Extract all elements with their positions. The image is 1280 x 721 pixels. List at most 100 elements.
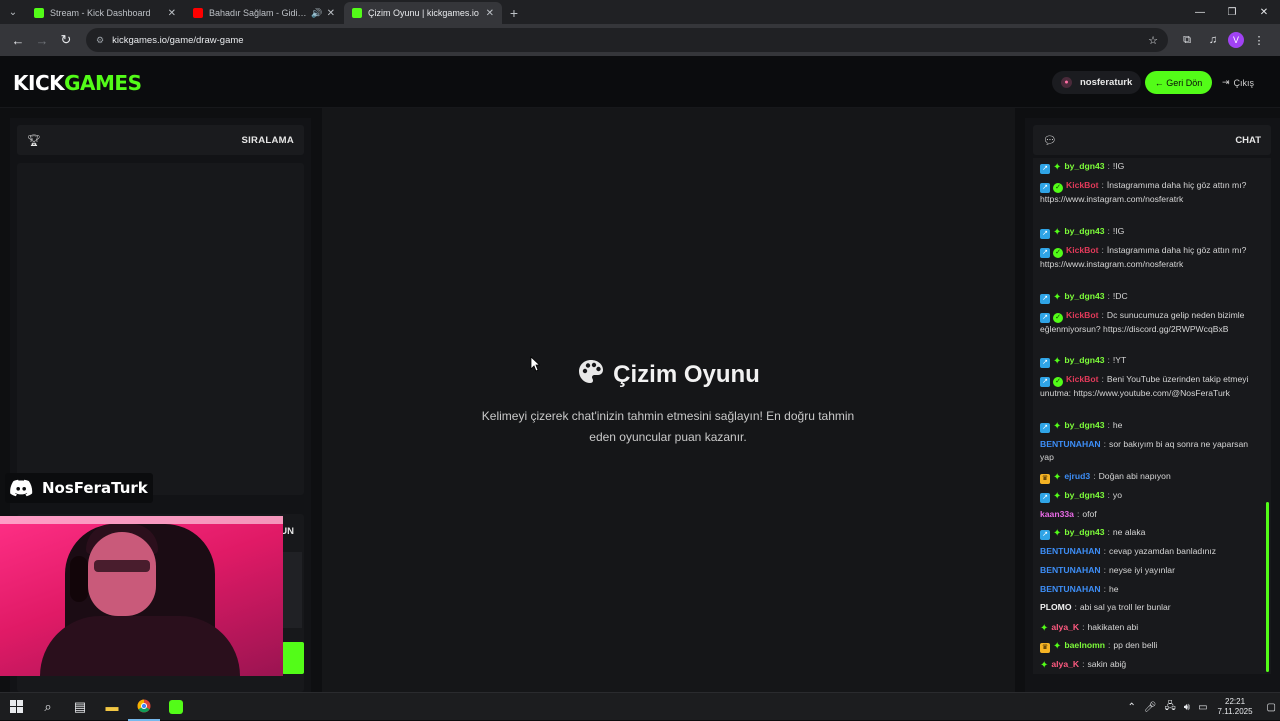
file-explorer-icon[interactable]: ▬ [96,693,128,721]
microphone-icon[interactable]: 🎤︎ [1144,702,1157,713]
game-description: Kelimeyi çizerek chat'inizin tahmin etme… [481,409,855,444]
forward-arrow-icon[interactable]: → [30,28,54,52]
browser-tab-kick-dashboard[interactable]: Stream - Kick Dashboard ✕ [26,2,184,24]
chat-messages[interactable]: ↗ ✦ by_dgn43: !IG ↗ ✓ KickBot: İnstagramıma dah… [1033,158,1271,674]
subscriber-badge-icon: ↗ [1040,377,1050,387]
chat-separator: : [1107,226,1110,236]
chat-text: cevap yazamdan banladınız [1109,546,1217,556]
back-arrow-icon[interactable]: ← [6,28,30,52]
chat-title: CHAT [1235,134,1261,146]
chat-separator: : [1107,355,1110,365]
chrome-icon[interactable] [128,693,160,721]
battery-icon[interactable]: ▭ [1198,702,1207,713]
search-icon[interactable]: ⌕ [32,693,64,721]
back-button[interactable]: ← Geri Dön [1145,71,1212,94]
chat-username[interactable]: ejrud3 [1064,471,1090,481]
chat-username[interactable]: by_dgn43 [1064,420,1104,430]
start-button[interactable] [282,642,304,674]
chat-username[interactable]: PLOMO [1040,602,1072,612]
chat-scrollbar[interactable] [1266,162,1269,672]
reload-icon[interactable]: ↻ [54,28,78,52]
chat-username[interactable]: by_dgn43 [1064,161,1104,171]
kickgames-favicon-icon [352,8,362,18]
window-controls: — ❐ ✕ [1184,0,1280,24]
subscriber-badge-icon: ↗ [1040,183,1050,193]
menu-kebab-icon[interactable]: ⋮ [1248,29,1270,51]
chat-username[interactable]: alya_K [1051,622,1079,632]
close-tab-icon[interactable]: ✕ [486,8,494,19]
chat-username[interactable]: by_dgn43 [1064,355,1104,365]
clock[interactable]: 22:21 7.11.2025 [1218,697,1253,717]
chat-text: he [1112,420,1123,430]
browser-tab-draw-game[interactable]: Çizim Oyunu | kickgames.io ✕ [344,2,502,24]
notifications-icon[interactable]: ▢ [1267,702,1276,713]
task-view-icon[interactable]: ▤ [64,693,96,721]
chat-message: BENTUNAHAN: sor bakıyım bi aq sonra ne ya… [1040,438,1260,464]
chat-username[interactable]: BENTUNAHAN [1040,565,1101,575]
verified-badge-icon: ✓ [1053,183,1063,193]
browser-tab-youtube[interactable]: Bahadır Sağlam - Gidiyor Gi 🔊 ✕ [185,2,343,24]
discord-username: NosFeraTurk [42,479,148,497]
chat-username[interactable]: by_dgn43 [1064,291,1104,301]
trophy-icon: 🏆︎ [27,134,41,147]
chat-message: ↗ ✓ KickBot: İnstagramıma daha hiç göz attı… [1040,244,1260,271]
chat-separator: : [1101,310,1104,320]
chat-message: ✦ alya_K: sakin abiğ [1040,658,1260,671]
close-window-icon[interactable]: ✕ [1248,0,1280,24]
chat-message: kaan33a: ofof [1040,508,1260,521]
profile-avatar[interactable]: V [1228,32,1244,48]
media-controls-icon[interactable]: ♫ [1202,29,1224,51]
subscriber-badge-icon: ↗ [1040,313,1050,323]
chat-username[interactable]: BENTUNAHAN [1040,439,1101,449]
logout-icon: ⇥ [1222,77,1230,87]
chat-username[interactable]: KickBot [1066,374,1098,384]
chat-username[interactable]: baelnomn [1064,640,1105,650]
chat-text: ofof [1082,509,1097,519]
chat-separator: : [1107,640,1111,650]
chat-username[interactable]: KickBot [1066,245,1098,255]
tab-search-dropdown-icon[interactable]: ⌄ [0,0,26,24]
chat-username[interactable]: BENTUNAHAN [1040,584,1101,594]
chat-message: BENTUNAHAN: cevap yazamdan banladınız [1040,545,1260,558]
chat-username[interactable]: by_dgn43 [1064,226,1104,236]
close-tab-icon[interactable]: ✕ [327,8,335,19]
windows-start-icon[interactable] [0,693,32,721]
tray-chevron-icon[interactable]: ⌃ [1128,702,1136,713]
site-info-icon[interactable]: ⚙ [96,35,104,46]
chat-username[interactable]: by_dgn43 [1064,527,1104,537]
network-icon[interactable]: 🖧︎ [1165,699,1176,716]
crown-badge-icon: ♛ [1040,474,1050,484]
logout-button[interactable]: ⇥ Çıkış [1222,71,1254,94]
chat-text: sakin abiğ [1087,659,1127,669]
chat-username[interactable]: KickBot [1066,310,1098,320]
bookmark-star-icon[interactable]: ☆ [1148,34,1158,47]
volume-icon[interactable]: 🔊︎ [1184,702,1190,713]
chat-separator: : [1103,565,1107,575]
user-chip[interactable]: ● nosferaturk [1052,71,1142,94]
url-text[interactable]: kickgames.io/game/draw-game [112,35,1148,46]
minimize-icon[interactable]: — [1184,0,1216,24]
sparkle-badge-icon: ✦ [1053,528,1062,539]
logout-label: Çıkış [1233,77,1255,88]
close-tab-icon[interactable]: ✕ [168,8,176,19]
browser-toolbar: ← → ↻ ⚙ kickgames.io/game/draw-game ☆ ⧉ … [0,24,1280,56]
chat-username[interactable]: BENTUNAHAN [1040,546,1101,556]
subscriber-badge-icon: ↗ [1040,358,1050,368]
new-tab-icon[interactable]: + [503,2,525,24]
chat-username[interactable]: kaan33a [1040,509,1074,519]
kick-app-icon[interactable] [160,693,192,721]
scrollbar-thumb[interactable] [1266,502,1269,672]
speaker-icon[interactable]: 🔊 [311,8,322,19]
browser-tab-bar: ⌄ Stream - Kick Dashboard ✕ Bahadır Sağl… [0,0,1280,24]
chat-separator: : [1103,584,1107,594]
chat-text: !IG [1112,161,1125,171]
chat-separator: : [1107,161,1110,171]
chat-username[interactable]: alya_K [1051,659,1079,669]
chat-username[interactable]: KickBot [1066,180,1098,190]
tab-title: Stream - Kick Dashboard [50,8,151,18]
chat-username[interactable]: by_dgn43 [1064,490,1104,500]
restore-icon[interactable]: ❐ [1216,0,1248,24]
kickgames-logo[interactable]: KICKGAMES [13,71,142,95]
extensions-icon[interactable]: ⧉ [1176,29,1198,51]
address-bar[interactable]: ⚙ kickgames.io/game/draw-game ☆ [86,28,1168,52]
